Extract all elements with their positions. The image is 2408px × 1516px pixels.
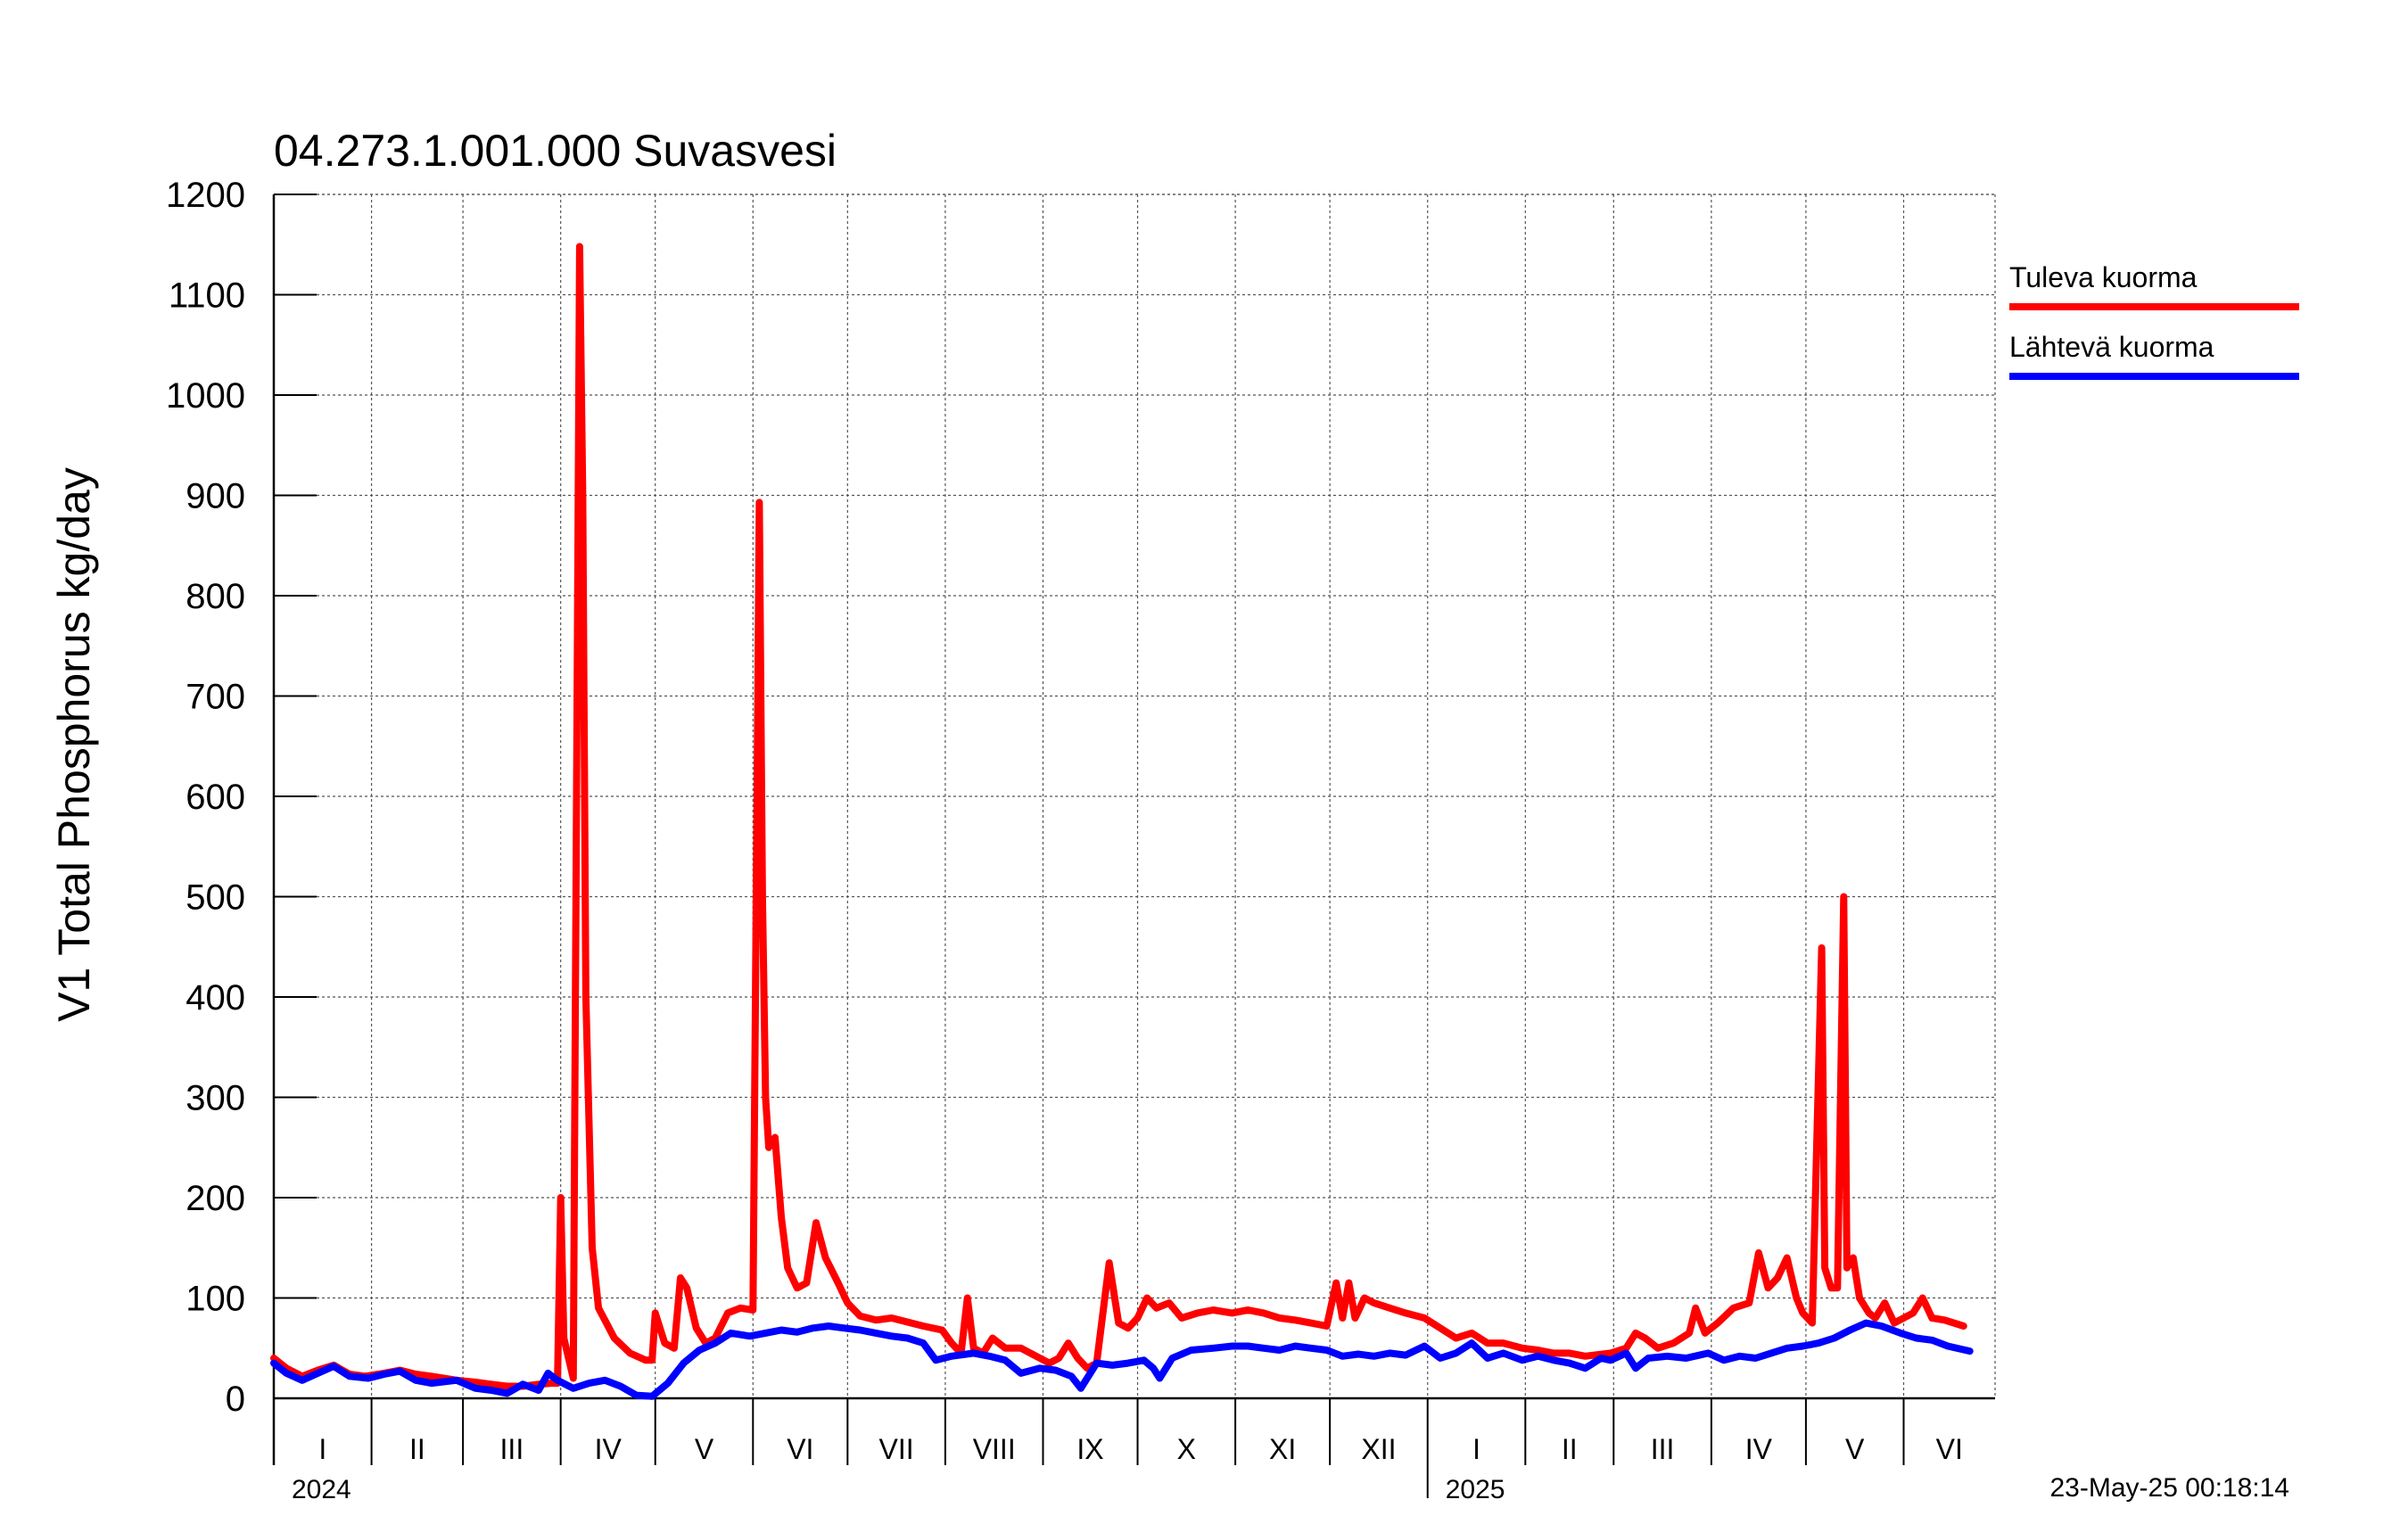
- month-label: VII: [879, 1433, 914, 1465]
- month-label: I: [318, 1433, 326, 1465]
- y-tick-label: 800: [186, 577, 245, 616]
- chart-title: 04.273.1.001.000 Suvasvesi: [274, 126, 837, 176]
- year-label: 2025: [1446, 1475, 1505, 1504]
- y-tick-label: 0: [226, 1380, 245, 1419]
- axes: [272, 194, 1995, 1498]
- month-label: XII: [1361, 1433, 1396, 1465]
- month-label: VIII: [973, 1433, 1016, 1465]
- chart: 04.273.1.001.000 Suvasvesi 0 100 200 300 400…: [49, 126, 2299, 1504]
- y-tick-label: 100: [186, 1280, 245, 1319]
- month-labels: I II III IV V VI VII VIII IX X XI XII I II III IV V VI: [318, 1433, 1963, 1465]
- month-label: III: [1651, 1433, 1675, 1465]
- month-label: XI: [1269, 1433, 1296, 1465]
- timestamp: 23-May-25 00:18:14: [2049, 1473, 2289, 1503]
- y-tick-label: 400: [186, 978, 245, 1018]
- year-labels: 2024 2025: [292, 1475, 1505, 1504]
- y-tick-label: 1100: [169, 276, 245, 316]
- month-label: V: [695, 1433, 714, 1465]
- legend-label: Tuleva kuorma: [2009, 261, 2198, 293]
- month-label: III: [500, 1433, 524, 1465]
- series-line: [270, 1319, 1974, 1400]
- y-tick-label: 200: [186, 1179, 245, 1218]
- y-tick-label: 1000: [166, 376, 245, 416]
- month-label: IV: [595, 1433, 623, 1465]
- month-label: I: [1472, 1433, 1480, 1465]
- y-tick-label: 900: [186, 477, 245, 516]
- month-label: V: [1845, 1433, 1865, 1465]
- y-tick-label: 700: [186, 678, 245, 717]
- month-label: VI: [1936, 1433, 1963, 1465]
- y-tick-label: 500: [186, 878, 245, 918]
- series-lines: [270, 243, 1974, 1400]
- y-axis-label: V1 Total Phosphorus kg/day: [49, 467, 99, 1022]
- y-tick-label: 1200: [166, 176, 245, 215]
- series-line: [270, 243, 1967, 1390]
- y-tick-label: 300: [186, 1079, 245, 1118]
- grid: [274, 194, 1996, 1398]
- month-label: II: [409, 1433, 425, 1465]
- month-label: IX: [1076, 1433, 1103, 1465]
- legend: Tuleva kuorma Lähtevä kuorma: [2009, 261, 2299, 380]
- year-label: 2024: [292, 1475, 351, 1504]
- y-tick-labels: 0 100 200 300 400 500 600 700 800 900 1000 1100 1200: [166, 176, 245, 1419]
- month-label: X: [1177, 1433, 1196, 1465]
- month-label: IV: [1745, 1433, 1773, 1465]
- month-label: VI: [787, 1433, 813, 1465]
- legend-label: Lähtevä kuorma: [2009, 331, 2214, 363]
- month-label: II: [1562, 1433, 1578, 1465]
- y-tick-label: 600: [186, 778, 245, 817]
